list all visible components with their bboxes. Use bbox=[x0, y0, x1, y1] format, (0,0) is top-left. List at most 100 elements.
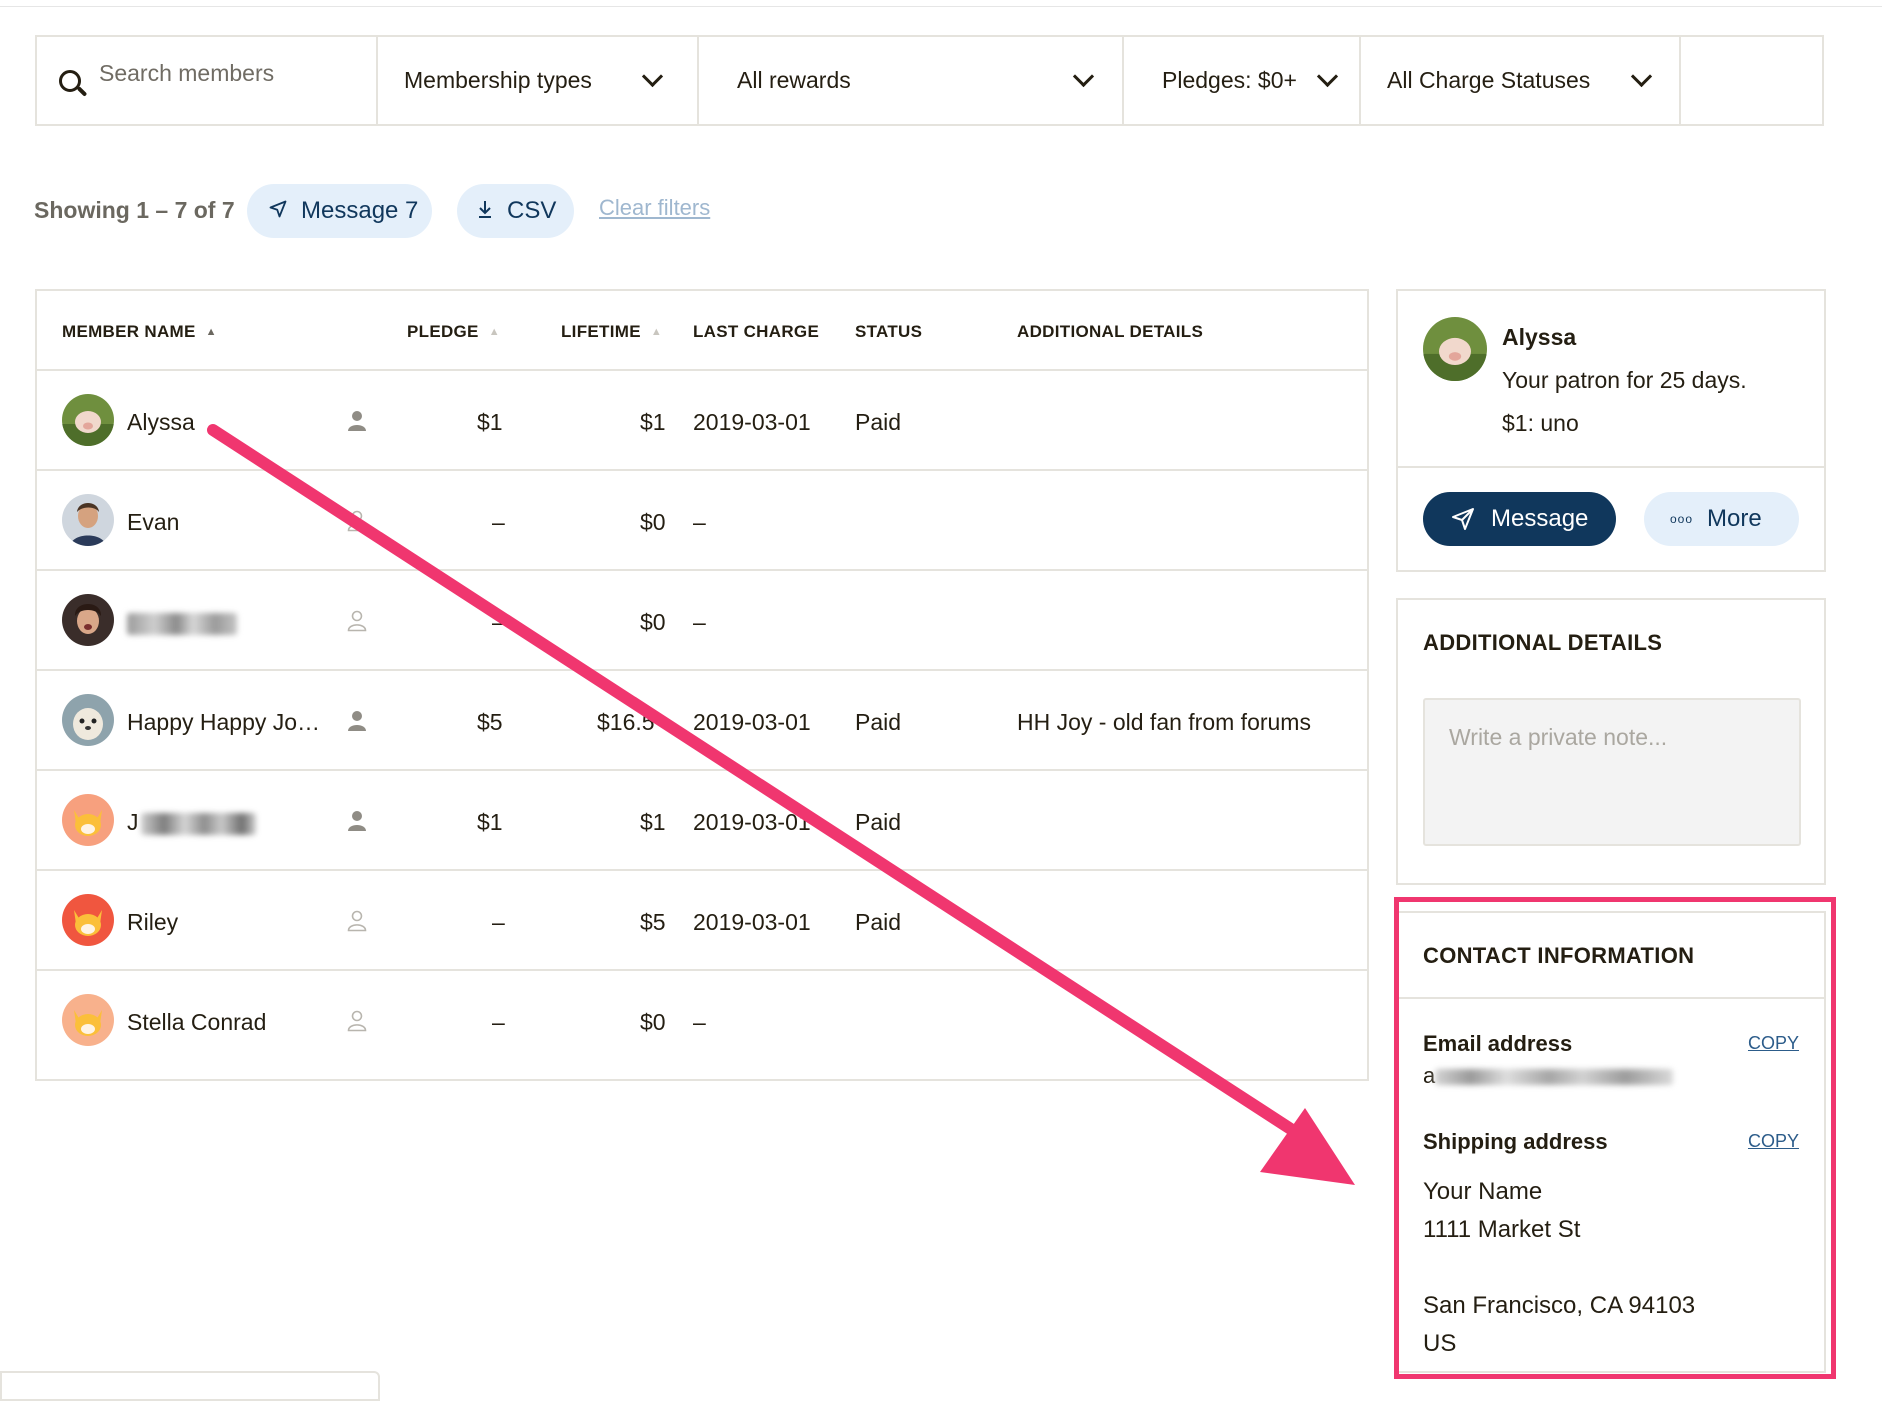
private-note-input[interactable] bbox=[1423, 698, 1801, 846]
pledges-dropdown[interactable]: Pledges: $0+ bbox=[1124, 37, 1361, 124]
patron-duration: Your patron for 25 days. bbox=[1502, 367, 1747, 393]
search-input[interactable] bbox=[97, 59, 351, 88]
email-label: Email address bbox=[1423, 1031, 1573, 1056]
contact-information-card: CONTACT INFORMATION Email address COPY a… bbox=[1396, 911, 1826, 1373]
last-charge-value: 2019-03-01 bbox=[693, 709, 811, 735]
header-pledge[interactable]: PLEDGE ▲ bbox=[407, 322, 500, 342]
chevron-down-icon bbox=[1630, 65, 1653, 88]
more-button[interactable]: ooo More bbox=[1644, 492, 1799, 546]
person-outline-icon bbox=[347, 610, 367, 632]
rewards-dropdown[interactable]: All rewards bbox=[699, 37, 1124, 124]
last-charge-value: 2019-03-01 bbox=[693, 809, 811, 835]
person-icon bbox=[348, 811, 366, 831]
table-row[interactable]: Evan – $0 – bbox=[37, 471, 1367, 571]
member-name[interactable]: Riley bbox=[127, 909, 178, 936]
chevron-down-icon bbox=[1072, 65, 1095, 88]
address-street: 1111 Market St bbox=[1423, 1216, 1581, 1243]
pledge-value: – bbox=[492, 609, 505, 635]
member-name[interactable]: Alyssa bbox=[127, 409, 195, 436]
results-count: Showing 1 – 7 of 7 bbox=[34, 197, 235, 223]
details-value: HH Joy - old fan from forums bbox=[1017, 709, 1311, 735]
charge-statuses-label: All Charge Statuses bbox=[1387, 67, 1591, 93]
lifetime-value: $1 bbox=[640, 409, 666, 435]
avatar bbox=[1423, 317, 1487, 381]
last-charge-value: 2019-03-01 bbox=[693, 409, 811, 435]
send-icon bbox=[1451, 507, 1475, 531]
pledge-value: – bbox=[492, 509, 505, 535]
search-icon bbox=[59, 69, 81, 92]
sort-icon: ▲ bbox=[650, 326, 663, 338]
rewards-label: All rewards bbox=[737, 67, 851, 93]
member-profile-card: Alyssa Your patron for 25 days. $1: uno … bbox=[1396, 289, 1826, 572]
download-icon bbox=[477, 200, 493, 223]
table-header: MEMBER NAME ▲ PLEDGE ▲ LIFETIME ▲ LAST CHAR… bbox=[37, 291, 1367, 371]
contact-information-title: CONTACT INFORMATION bbox=[1423, 943, 1695, 968]
avatar bbox=[62, 694, 114, 746]
lifetime-value: $1 bbox=[640, 809, 666, 835]
copy-email-link[interactable]: COPY bbox=[1748, 1033, 1799, 1054]
search-field[interactable] bbox=[37, 37, 378, 124]
table-row[interactable]: Riley – $5 2019-03-01 Paid bbox=[37, 871, 1367, 971]
member-name-redacted[interactable] bbox=[127, 609, 237, 636]
top-divider bbox=[0, 6, 1882, 7]
avatar bbox=[62, 894, 114, 946]
last-charge-value: 2019-03-01 bbox=[693, 909, 811, 935]
message-label: Message bbox=[1491, 505, 1589, 532]
sort-icon: ▲ bbox=[488, 326, 500, 338]
status-value: Paid bbox=[855, 909, 902, 935]
message-all-label: Message 7 bbox=[301, 197, 419, 224]
email-value-redacted[interactable]: a bbox=[1423, 1063, 1674, 1089]
clear-filters-link[interactable]: Clear filters bbox=[599, 195, 710, 221]
filter-bar: Membership types All rewards Pledges: $0… bbox=[35, 35, 1824, 126]
avatar bbox=[62, 394, 114, 446]
status-value: Paid bbox=[855, 809, 902, 835]
csv-download-button[interactable]: CSV bbox=[457, 184, 574, 238]
pledges-label: Pledges: $0+ bbox=[1162, 67, 1297, 93]
table-row[interactable]: Happy Happy Jo… $5 $16.5 2019-03-01 Paid… bbox=[37, 671, 1367, 771]
profile-name: Alyssa bbox=[1502, 324, 1577, 350]
table-row[interactable]: – $0 – bbox=[37, 571, 1367, 671]
avatar bbox=[62, 594, 114, 646]
more-dots-icon: ooo bbox=[1670, 512, 1694, 526]
status-value: Paid bbox=[855, 409, 902, 435]
person-icon bbox=[348, 711, 366, 731]
copy-shipping-link[interactable]: COPY bbox=[1748, 1131, 1799, 1152]
header-additional-details: ADDITIONAL DETAILS bbox=[1017, 322, 1204, 341]
members-table: MEMBER NAME ▲ PLEDGE ▲ LIFETIME ▲ LAST CHAR… bbox=[35, 289, 1369, 1081]
shipping-label: Shipping address bbox=[1423, 1129, 1608, 1154]
header-member-name[interactable]: MEMBER NAME ▲ bbox=[62, 322, 217, 342]
divider bbox=[1398, 997, 1824, 999]
lifetime-value: $5 bbox=[640, 909, 666, 935]
person-outline-icon bbox=[347, 1010, 367, 1032]
address-city: San Francisco, CA 94103 bbox=[1423, 1292, 1696, 1319]
table-row[interactable]: Stella Conrad – $0 – bbox=[37, 971, 1367, 1071]
charge-statuses-dropdown[interactable]: All Charge Statuses bbox=[1361, 37, 1681, 124]
header-last-charge: LAST CHARGE bbox=[693, 322, 820, 341]
lifetime-value: $0 bbox=[640, 509, 666, 535]
member-name[interactable]: Happy Happy Jo… bbox=[127, 709, 320, 736]
sort-icon: ▲ bbox=[205, 326, 217, 338]
member-name[interactable]: Evan bbox=[127, 509, 179, 536]
pledge-value: – bbox=[492, 1009, 505, 1035]
address-name: Your Name bbox=[1423, 1178, 1543, 1205]
pledge-value: $5 bbox=[477, 709, 503, 735]
message-all-button[interactable]: Message 7 bbox=[247, 184, 432, 238]
header-status: STATUS bbox=[855, 322, 923, 341]
member-name-redacted[interactable]: J bbox=[127, 809, 256, 836]
avatar bbox=[62, 994, 114, 1046]
header-lifetime[interactable]: LIFETIME ▲ bbox=[561, 322, 662, 342]
membership-types-label: Membership types bbox=[404, 67, 592, 93]
message-button[interactable]: Message bbox=[1423, 492, 1616, 546]
chevron-down-icon bbox=[1316, 65, 1339, 88]
pledge-value: – bbox=[492, 909, 505, 935]
csv-label: CSV bbox=[507, 197, 557, 224]
membership-types-dropdown[interactable]: Membership types bbox=[378, 37, 699, 124]
more-label: More bbox=[1707, 505, 1762, 532]
table-row[interactable]: J $1 $1 2019-03-01 Paid bbox=[37, 771, 1367, 871]
member-name[interactable]: Stella Conrad bbox=[127, 1009, 266, 1036]
table-row[interactable]: Alyssa $1 $1 2019-03-01 Paid bbox=[37, 371, 1367, 471]
lifetime-value: $0 bbox=[640, 1009, 666, 1035]
avatar bbox=[62, 794, 114, 846]
address-country: US bbox=[1423, 1330, 1457, 1357]
last-charge-value: – bbox=[693, 509, 706, 535]
